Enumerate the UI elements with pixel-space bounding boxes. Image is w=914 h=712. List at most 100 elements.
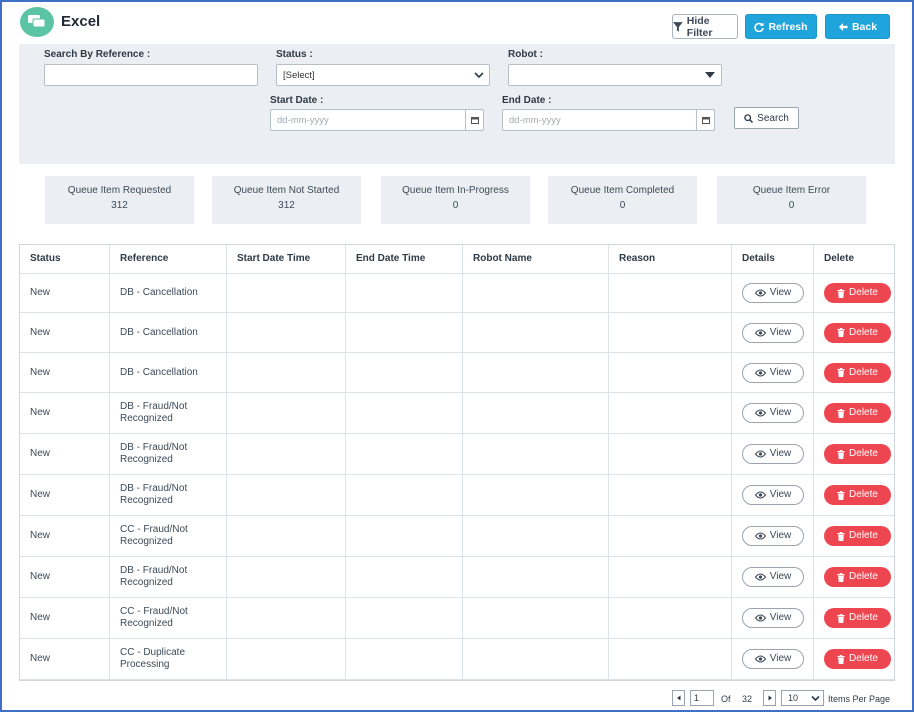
delete-button[interactable]: Delete [824, 403, 891, 423]
arrow-left-icon [838, 22, 848, 31]
cell-robot-name [462, 475, 608, 515]
cell-status-text: New [30, 489, 51, 500]
cell-status-text: New [30, 287, 51, 298]
end-date-input[interactable]: dd-mm-yyyy [502, 109, 715, 131]
cell-reference-text: DB - Fraud/Not Recognized [120, 442, 188, 465]
view-button-label: View [769, 287, 792, 298]
column-header-delete: Delete [813, 245, 894, 273]
cell-status: New [20, 475, 109, 515]
back-button[interactable]: Back [825, 14, 890, 39]
eye-icon [754, 491, 766, 499]
view-button-label: View [769, 612, 792, 623]
cell-reference: DB - Cancellation [109, 353, 226, 392]
cell-delete: Delete [813, 516, 894, 556]
hide-filter-button[interactable]: Hide Filter [672, 14, 738, 39]
stat-value: 0 [452, 200, 459, 211]
cell-details: View [731, 393, 813, 433]
column-header-status[interactable]: Status [20, 245, 109, 273]
column-header-end-date-time[interactable]: End Date Time [345, 245, 462, 273]
eye-icon [754, 289, 766, 297]
cell-details: View [731, 516, 813, 556]
column-header-reference[interactable]: Reference [109, 245, 226, 273]
view-button[interactable]: View [742, 649, 804, 669]
page-number-input[interactable]: 1 [690, 690, 714, 706]
filter-icon [673, 21, 683, 32]
cell-delete: Delete [813, 598, 894, 638]
delete-button[interactable]: Delete [824, 526, 891, 546]
view-button[interactable]: View [742, 526, 804, 546]
cell-details: View [731, 557, 813, 597]
delete-button[interactable]: Delete [824, 649, 891, 669]
calendar-icon[interactable] [696, 110, 714, 130]
trash-icon [837, 368, 845, 377]
view-button[interactable]: View [742, 403, 804, 423]
page-title: Excel [61, 13, 101, 30]
start-date-label: Start Date : [270, 95, 324, 106]
robot-select[interactable] [508, 64, 722, 86]
trash-icon [837, 490, 845, 500]
view-button-label: View [769, 653, 792, 664]
cell-robot-name [462, 598, 608, 638]
current-page-value: 1 [694, 693, 700, 703]
view-button[interactable]: View [742, 322, 804, 343]
items-per-page-label: Items Per Page [828, 694, 891, 704]
items-per-page-select[interactable]: 10 [781, 690, 824, 706]
cell-reason [608, 516, 731, 556]
cell-status: New [20, 353, 109, 392]
prev-page-icon [676, 695, 680, 701]
status-select[interactable]: [Select] [276, 64, 490, 86]
view-button[interactable]: View [742, 567, 804, 587]
table-row: New CC - Fraud/Not Recognized View Delete [20, 516, 894, 557]
chevron-down-icon [474, 72, 484, 79]
delete-button[interactable]: Delete [824, 362, 891, 383]
delete-button-label: Delete [849, 489, 878, 500]
view-button[interactable]: View [742, 283, 804, 303]
cell-status-text: New [30, 448, 51, 459]
view-button-label: View [769, 407, 792, 418]
view-button[interactable]: View [742, 444, 804, 464]
delete-button[interactable]: Delete [824, 567, 891, 587]
column-header-robot-name[interactable]: Robot Name [462, 245, 608, 273]
delete-button[interactable]: Delete [824, 485, 891, 505]
trash-icon [837, 654, 845, 664]
cell-status-text: New [30, 326, 51, 338]
cell-start-date-time [226, 557, 345, 597]
cell-reason [608, 639, 731, 679]
stat-value: 0 [619, 200, 626, 211]
view-button[interactable]: View [742, 362, 804, 383]
cell-end-date-time [345, 557, 462, 597]
cell-details: View [731, 353, 813, 392]
cell-reason [608, 475, 731, 515]
view-button[interactable]: View [742, 485, 804, 505]
items-per-page-value: 10 [788, 693, 799, 703]
delete-button[interactable]: Delete [824, 322, 891, 343]
column-header-reason[interactable]: Reason [608, 245, 731, 273]
view-button-label: View [769, 571, 792, 582]
delete-button-label: Delete [849, 326, 878, 338]
cell-robot-name [462, 313, 608, 352]
eye-icon [754, 369, 766, 376]
delete-button[interactable]: Delete [824, 283, 891, 303]
cell-status-text: New [30, 571, 51, 582]
stat-label: Queue Item Not Started [233, 185, 340, 196]
cell-status-text: New [30, 366, 51, 378]
column-header-start-date-time[interactable]: Start Date Time [226, 245, 345, 273]
cell-robot-name [462, 557, 608, 597]
search-button[interactable]: Search [734, 107, 799, 129]
cell-delete: Delete [813, 313, 894, 352]
prev-page-button[interactable] [672, 690, 685, 706]
refresh-button[interactable]: Refresh [745, 14, 817, 39]
of-label: Of [721, 694, 731, 704]
delete-button[interactable]: Delete [824, 444, 891, 464]
search-reference-input[interactable] [44, 64, 258, 86]
calendar-icon[interactable] [465, 110, 483, 130]
cell-reference: DB - Fraud/Not Recognized [109, 393, 226, 433]
start-date-input[interactable]: dd-mm-yyyy [270, 109, 484, 131]
delete-button[interactable]: Delete [824, 608, 891, 628]
cell-delete: Delete [813, 475, 894, 515]
trash-icon [837, 328, 845, 337]
cell-delete: Delete [813, 434, 894, 474]
next-page-button[interactable] [763, 690, 776, 706]
view-button[interactable]: View [742, 608, 804, 628]
eye-icon [754, 655, 766, 663]
